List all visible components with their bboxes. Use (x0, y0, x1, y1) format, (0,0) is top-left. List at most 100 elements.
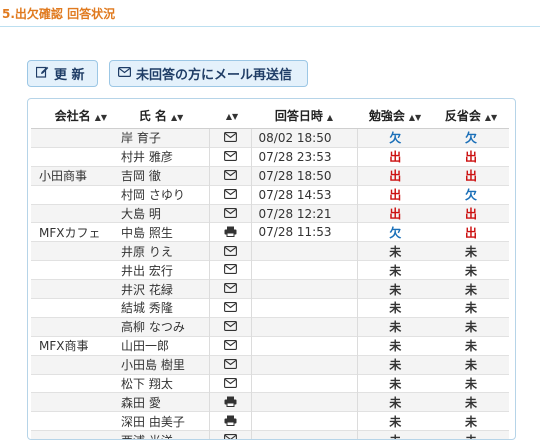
table-row[interactable]: 井出 宏行 未未 (31, 260, 509, 280)
mail-icon[interactable] (223, 150, 237, 164)
name-cell: 中島 照生 (113, 222, 210, 242)
table-row[interactable]: 村井 雅彦 07/28 23:53 出出 (31, 146, 509, 167)
sort-icon: ▲▼ (225, 112, 239, 121)
mail-icon[interactable] (223, 339, 237, 353)
name-cell: 村岡 さゆり (113, 184, 210, 205)
column-header-contact[interactable]: ▲▼ (209, 102, 251, 129)
study-status-cell: 出 (357, 165, 433, 186)
company-cell: MFXカフェ (31, 222, 113, 242)
study-status-cell: 出 (357, 203, 433, 223)
table-row[interactable]: 小田商事 吉岡 徹 07/28 18:50 出出 (31, 165, 509, 186)
answer-date-cell: 07/28 12:21 (251, 203, 358, 223)
mail-icon[interactable] (223, 169, 237, 183)
table-row[interactable]: 西浦 光洋 未未 (31, 430, 509, 439)
answer-date-cell: 07/28 23:53 (251, 146, 358, 167)
fax-icon[interactable] (224, 226, 237, 240)
review-status-cell: 出 (433, 146, 509, 167)
mail-icon[interactable] (223, 282, 237, 296)
mail-icon[interactable] (223, 320, 237, 334)
name-cell: 山田一郎 (113, 335, 210, 356)
mail-icon[interactable] (223, 433, 237, 439)
sort-asc-icon: ▲ (326, 112, 334, 122)
table-row[interactable]: 村岡 さゆり 07/28 14:53 出欠 (31, 184, 509, 205)
name-cell: 結城 秀隆 (113, 298, 210, 318)
table-row[interactable]: 井沢 花緑 未未 (31, 279, 509, 299)
column-header-review[interactable]: 反省会 ▲▼ (433, 102, 509, 129)
fax-icon[interactable] (224, 396, 237, 410)
refresh-button[interactable]: 更 新 (27, 60, 98, 87)
column-header-study[interactable]: 勉強会 ▲▼ (357, 102, 433, 129)
edit-icon (35, 66, 54, 82)
mail-icon[interactable] (223, 301, 237, 315)
company-cell: MFX商事 (31, 335, 113, 356)
answer-date-cell (251, 241, 358, 261)
column-header-company[interactable]: 会社名 ▲▼ (31, 102, 113, 129)
refresh-label: 更 新 (54, 68, 85, 83)
name-cell: 村井 雅彦 (113, 146, 210, 167)
table-header-row: 会社名 ▲▼ 氏 名 ▲▼ ▲▼ 回答日時 ▲ 勉強会 ▲▼ 反省会 ▲▼ (31, 102, 509, 129)
company-cell (31, 354, 113, 375)
table-row[interactable]: 大島 明 07/28 12:21 出出 (31, 203, 509, 223)
table-row[interactable]: 岸 育子 08/02 18:50 欠欠 (31, 128, 509, 148)
company-cell (31, 241, 113, 261)
review-status-cell: 未 (433, 411, 509, 431)
sort-icon: ▲▼ (170, 112, 184, 122)
study-status-cell: 未 (357, 430, 433, 439)
mail-icon (118, 66, 136, 81)
company-cell (31, 279, 113, 299)
study-status-cell: 未 (357, 316, 433, 337)
review-status-cell: 出 (433, 203, 509, 223)
study-status-cell: 出 (357, 184, 433, 205)
mail-icon[interactable] (223, 245, 237, 259)
study-status-cell: 未 (357, 241, 433, 261)
company-cell (31, 373, 113, 393)
resend-mail-label: 未回答の方にメール再送信 (136, 68, 293, 83)
table-row[interactable]: 小田島 樹里 未未 (31, 354, 509, 375)
attendance-table-panel: 会社名▲▼ 氏 名▲▼ ▲▼ 回答日時▲ 勉強会▲▼ 反省会▲▼ 岸 (27, 98, 516, 440)
column-header-name[interactable]: 氏 名 ▲▼ (113, 102, 209, 129)
table-row[interactable]: MFX商事 山田一郎 未未 (31, 335, 509, 356)
answer-date-cell: 07/28 14:53 (251, 184, 358, 205)
review-status-cell: 未 (433, 279, 509, 299)
answer-date-cell: 07/28 18:50 (251, 165, 358, 186)
name-cell: 高柳 なつみ (113, 316, 210, 337)
mail-icon[interactable] (223, 377, 237, 391)
table-row[interactable]: 深田 由美子 未未 (31, 411, 509, 431)
answer-date-cell (251, 392, 358, 412)
mail-icon[interactable] (223, 263, 237, 277)
column-header-date[interactable]: 回答日時 ▲ (251, 102, 357, 129)
sort-icon: ▲▼ (94, 112, 107, 122)
study-status-cell: 出 (357, 146, 433, 167)
mail-icon[interactable] (223, 131, 237, 145)
name-cell: 井沢 花緑 (113, 279, 210, 299)
name-cell: 西浦 光洋 (113, 430, 210, 439)
name-cell: 岸 育子 (113, 128, 210, 148)
company-cell (31, 203, 113, 223)
study-status-cell: 未 (357, 373, 433, 393)
name-cell: 吉岡 徹 (113, 165, 210, 186)
study-status-cell: 欠 (357, 222, 433, 242)
sort-icon: ▲▼ (484, 112, 498, 122)
mail-icon[interactable] (223, 207, 237, 221)
table-row[interactable]: 松下 翔太 未未 (31, 373, 509, 393)
review-status-cell: 未 (433, 430, 509, 439)
company-cell (31, 184, 113, 205)
resend-mail-button[interactable]: 未回答の方にメール再送信 (109, 60, 308, 87)
table-row[interactable]: 結城 秀隆 未未 (31, 298, 509, 318)
review-status-cell: 未 (433, 373, 509, 393)
mail-icon[interactable] (223, 358, 237, 372)
table-row[interactable]: MFXカフェ 中島 照生 07/28 11:53 欠出 (31, 222, 509, 242)
answer-date-cell (251, 411, 358, 431)
table-row[interactable]: 高柳 なつみ 未未 (31, 316, 509, 337)
fax-icon[interactable] (224, 415, 237, 429)
review-status-cell: 未 (433, 392, 509, 412)
mail-icon[interactable] (223, 188, 237, 202)
company-cell (31, 411, 113, 431)
table-row[interactable]: 井原 りえ 未未 (31, 241, 509, 261)
company-cell (31, 430, 113, 439)
study-status-cell: 未 (357, 411, 433, 431)
name-cell: 松下 翔太 (113, 373, 210, 393)
company-cell (31, 146, 113, 167)
table-row[interactable]: 森田 愛 未未 (31, 392, 509, 412)
answer-date-cell (251, 430, 358, 439)
